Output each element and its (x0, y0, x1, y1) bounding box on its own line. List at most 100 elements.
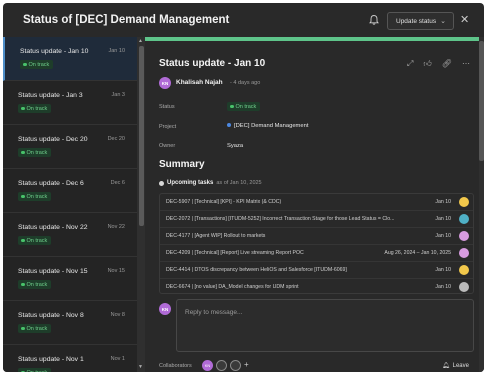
expand-icon[interactable]: ⤢ (407, 59, 413, 69)
scroll-up-icon[interactable]: ▲ (138, 38, 143, 44)
task-title: DEC-4414 | DTOS discrepancy between Heli… (166, 267, 347, 273)
owner-value[interactable]: Syaza (227, 143, 243, 149)
sidebar-status-item[interactable]: Status update - Dec 20 Dec 20 On track (3, 125, 137, 169)
sidebar-status-item[interactable]: Status update - Jan 3 Jan 3 On track (3, 81, 137, 125)
status-dot-icon (230, 104, 234, 109)
status-item-badge: On track (18, 148, 52, 157)
status-item-badge-label: On track (26, 105, 48, 112)
status-dot-icon (21, 194, 25, 199)
sidebar-status-item[interactable]: Status update - Nov 1 Nov 1 On track (3, 345, 137, 372)
task-assignee-avatar[interactable] (459, 231, 469, 241)
task-row[interactable]: DEC-4177 | [Agent WIP] Rollout to market… (160, 228, 473, 245)
task-date: Jan 10 (435, 199, 451, 205)
task-title: DEC-2072 | [Transactions] [ITUDM-5252] I… (166, 216, 395, 222)
owner-label: Owner (159, 143, 176, 149)
task-assignee-avatar[interactable] (459, 248, 469, 258)
status-dot-icon (21, 326, 25, 331)
task-assignee-avatar[interactable] (459, 197, 469, 207)
sidebar-status-item[interactable]: Status update - Nov 8 Nov 8 On track (3, 301, 137, 345)
sidebar-status-item[interactable]: Status update - Dec 6 Dec 6 On track (3, 169, 137, 213)
detail-scrollbar[interactable] (479, 37, 484, 372)
task-assignee-avatar[interactable] (459, 282, 469, 292)
status-item-date: Nov 22 (107, 224, 125, 230)
sidebar-status-item[interactable]: Status update - Jan 10 Jan 10 On track (3, 37, 137, 81)
status-value: On track (235, 103, 257, 110)
close-icon[interactable]: ✕ (460, 13, 469, 26)
status-item-date: Nov 1 (110, 356, 125, 362)
project-value: [DEC] Demand Management (234, 123, 309, 129)
sidebar-status-item[interactable]: Status update - Nov 22 Nov 22 On track (3, 213, 137, 257)
status-history-sidebar: Status update - Jan 10 Jan 10 On track Stat… (3, 37, 137, 372)
status-item-title: Status update - Dec 6 (18, 180, 84, 187)
bell-icon[interactable] (368, 14, 380, 26)
status-color-bar (145, 37, 479, 41)
upcoming-tasks-heading: Upcoming tasks as of Jan 10, 2025 (159, 180, 262, 186)
status-item-date: Jan 3 (111, 92, 125, 98)
author-avatar[interactable]: KN (159, 77, 171, 89)
status-item-date: Nov 8 (110, 312, 125, 318)
task-date: Jan 10 (435, 267, 451, 273)
update-status-label: Update status (396, 17, 437, 25)
project-dot-icon (227, 123, 231, 128)
status-item-badge: On track (18, 236, 52, 245)
status-item-title: Status update - Dec 20 (18, 136, 88, 143)
header-actions: ⤢ 👍︎ 🔗︎ ⋯ (407, 59, 470, 69)
status-item-badge-label: On track (26, 149, 48, 156)
upcoming-suffix: as of Jan 10, 2025 (216, 180, 262, 186)
task-assignee-avatar[interactable] (459, 214, 469, 224)
task-row[interactable]: DEC-5907 | [Technical] [KPI] - KPI Matri… (160, 194, 473, 211)
update-status-button[interactable]: Update status ⌄ (387, 12, 454, 30)
status-item-badge-label: On track (26, 281, 48, 288)
status-item-badge-label: On track (27, 370, 48, 373)
task-title: DEC-4209 | [Technical] [Report] Live str… (166, 250, 304, 256)
status-item-badge-label: On track (26, 237, 48, 244)
status-item-title: Status update - Jan 3 (18, 92, 83, 99)
title-bar: Status of [DEC] Demand Management Update… (3, 3, 484, 37)
task-row[interactable]: DEC-4209 | [Technical] [Report] Live str… (160, 245, 473, 262)
sidebar-status-item[interactable]: Status update - Nov 15 Nov 15 On track (3, 257, 137, 301)
collaborator-placeholder-icon[interactable] (216, 360, 227, 371)
bullet-icon (159, 180, 164, 186)
status-item-badge: On track (20, 60, 54, 69)
add-collaborator-button[interactable]: + (244, 360, 249, 369)
reply-avatar: KN (159, 303, 171, 315)
task-title: DEC-6674 | [no value] DA_Model changes f… (166, 284, 299, 290)
task-date: Jan 10 (435, 233, 451, 239)
detail-scroll-thumb[interactable] (479, 41, 484, 161)
reply-input[interactable]: Reply to message... (176, 299, 474, 352)
task-assignee-avatar[interactable] (459, 265, 469, 275)
task-date: Aug 26, 2024 – Jan 10, 2025 (384, 250, 451, 256)
status-item-date: Nov 15 (107, 268, 125, 274)
project-link[interactable]: [DEC] Demand Management (227, 123, 308, 129)
more-icon[interactable]: ⋯ (462, 59, 470, 69)
task-row[interactable]: DEC-6674 | [no value] DA_Model changes f… (160, 279, 473, 293)
bell-off-icon: 🔔︎ (442, 363, 450, 369)
collaborators-label: Collaborators (159, 363, 192, 369)
task-row[interactable]: DEC-2072 | [Transactions] [ITUDM-5252] I… (160, 211, 473, 228)
status-item-badge: On track (18, 324, 52, 333)
status-dot-icon (21, 150, 25, 155)
summary-heading: Summary (159, 159, 205, 170)
leave-button[interactable]: 🔔︎ Leave (442, 362, 469, 370)
task-row[interactable]: DEC-4414 | DTOS discrepancy between Heli… (160, 262, 473, 279)
collaborator-avatar[interactable]: KN (202, 360, 213, 371)
link-icon[interactable]: 🔗︎ (442, 59, 452, 69)
upcoming-label: Upcoming tasks (167, 180, 214, 186)
task-date: Jan 10 (435, 284, 451, 290)
status-item-title: Status update - Nov 1 (18, 356, 84, 363)
status-dot-icon (21, 370, 25, 372)
sidebar-scrollbar[interactable]: ▲ ▼ (137, 37, 145, 372)
task-date: Jan 10 (435, 216, 451, 222)
status-item-title: Status update - Jan 10 (20, 48, 89, 55)
status-item-badge: On track (18, 368, 52, 373)
task-title: DEC-5907 | [Technical] [KPI] - KPI Matri… (166, 199, 282, 205)
window-title: Status of [DEC] Demand Management (23, 14, 230, 26)
author-name[interactable]: Khalisah Najah (176, 79, 223, 86)
scroll-down-icon[interactable]: ▼ (138, 364, 143, 370)
like-icon[interactable]: 👍︎ (423, 59, 431, 69)
sidebar-scroll-thumb[interactable] (138, 46, 144, 226)
reply-placeholder: Reply to message... (185, 309, 243, 316)
collaborator-placeholder-icon[interactable] (230, 360, 241, 371)
status-item-badge: On track (18, 192, 52, 201)
status-dot-icon (21, 238, 25, 243)
